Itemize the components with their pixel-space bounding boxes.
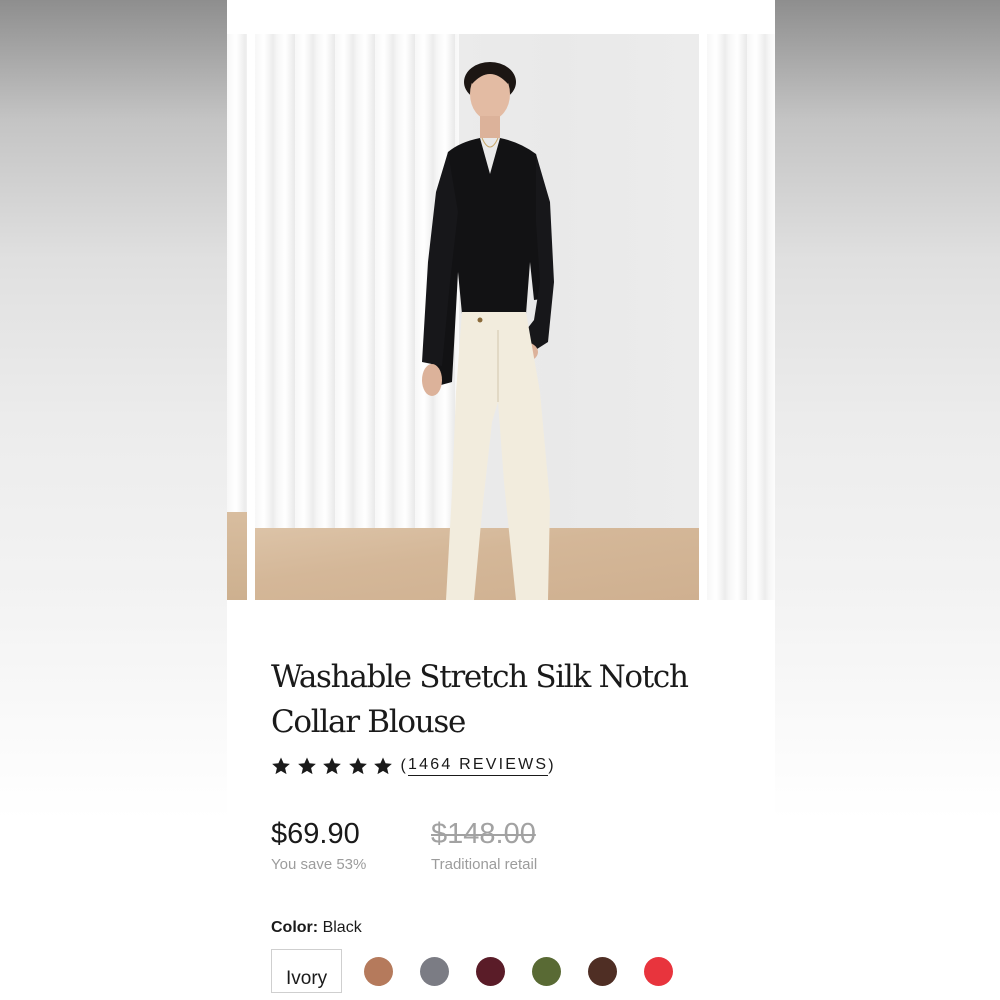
product-image-carousel[interactable] xyxy=(227,34,775,600)
color-label-key: Color: xyxy=(271,919,319,936)
main-product-image[interactable] xyxy=(255,34,699,600)
star-rating xyxy=(271,756,399,776)
star-icon xyxy=(323,757,341,775)
reviews-count: 1464 REVIEWS xyxy=(408,756,549,776)
previous-product-image[interactable] xyxy=(227,34,247,600)
retail-label: Traditional retail xyxy=(431,856,538,873)
star-icon xyxy=(374,757,392,775)
price-section: $69.90 You save 53% $148.00 Traditional … xyxy=(271,817,751,877)
current-price-block: $69.90 You save 53% xyxy=(271,817,366,873)
color-swatch-4[interactable] xyxy=(532,956,562,986)
color-swatch-ivory[interactable]: Ivory xyxy=(271,949,343,993)
current-price: $69.90 xyxy=(271,818,360,850)
star-icon xyxy=(272,757,290,775)
product-title-line-1: Washable Stretch Silk Notch xyxy=(271,659,689,695)
next-image-background xyxy=(707,34,775,600)
retail-price: $148.00 xyxy=(431,818,536,850)
product-rating: (1464 REVIEWS) xyxy=(271,753,751,779)
product-info: Washable Stretch Silk Notch Collar Blous… xyxy=(271,655,751,993)
savings-text: You save 53% xyxy=(271,856,367,873)
reviews-open-paren: ( xyxy=(400,757,409,774)
model-wearing-blouse xyxy=(422,62,554,600)
color-label: Color: Black xyxy=(271,919,751,937)
selected-color-name: Black xyxy=(322,919,362,936)
product-title: Washable Stretch Silk Notch Collar Blous… xyxy=(271,655,751,745)
color-swatch-3[interactable] xyxy=(476,956,506,986)
product-title-line-2: Collar Blouse xyxy=(271,704,466,740)
product-page: Washable Stretch Silk Notch Collar Blous… xyxy=(227,0,775,1000)
color-swatch-1[interactable] xyxy=(364,956,394,986)
color-swatches: Ivory xyxy=(271,949,751,993)
color-swatch-2[interactable] xyxy=(420,956,450,986)
reviews-close-paren: ) xyxy=(548,757,556,774)
color-swatch-6[interactable] xyxy=(644,956,674,986)
previous-image-floor xyxy=(227,512,247,600)
retail-price-block: $148.00 Traditional retail xyxy=(431,817,537,873)
color-swatch-5[interactable] xyxy=(588,956,618,986)
next-product-image[interactable] xyxy=(707,34,775,600)
star-icon xyxy=(297,757,316,775)
reviews-link[interactable]: (1464 REVIEWS) xyxy=(401,756,556,776)
star-icon xyxy=(348,757,367,775)
